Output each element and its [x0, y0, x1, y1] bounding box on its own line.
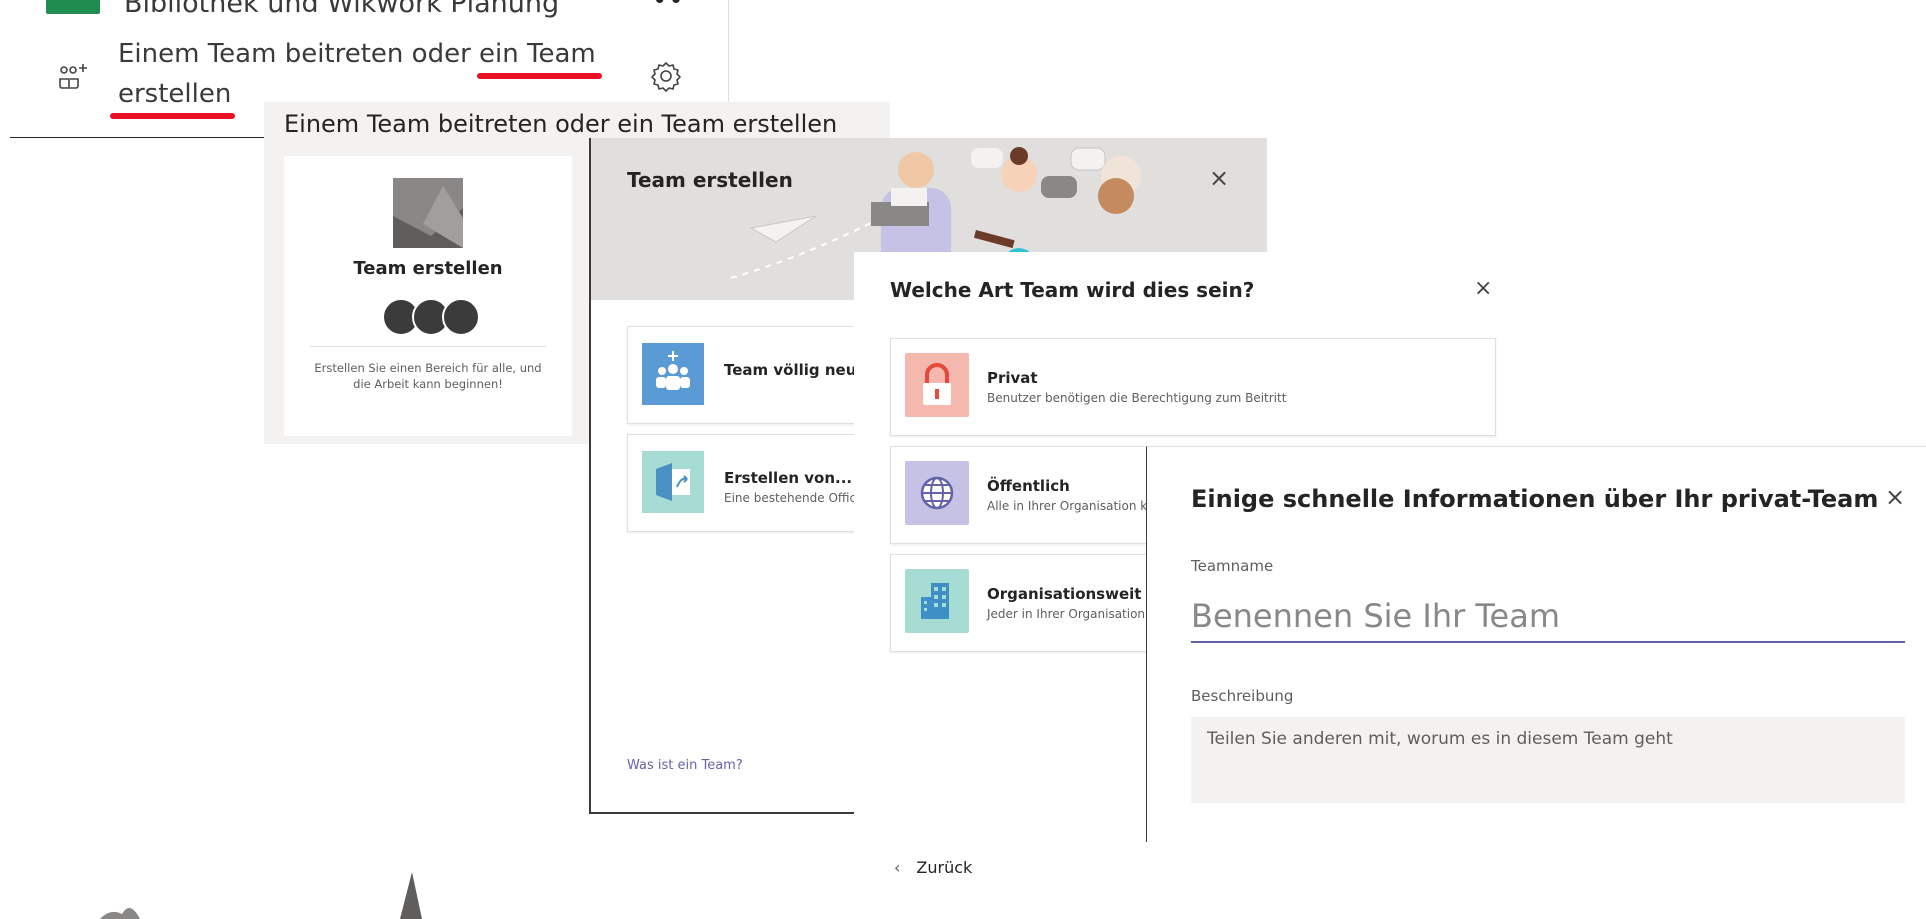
join-text: Einem Team beitreten oder	[118, 39, 480, 69]
add-people-icon[interactable]	[58, 62, 92, 92]
building-icon	[905, 569, 969, 633]
card-description: Erstellen Sie einen Bereich für alle, un…	[314, 361, 542, 391]
team-info-dialog: Einige schnelle Informationen über Ihr p…	[1146, 446, 1926, 842]
what-is-a-team-link[interactable]: Was ist ein Team?	[627, 758, 743, 773]
dialog-title: Team erstellen	[627, 168, 793, 192]
back-button[interactable]: ‹ Zurück	[894, 858, 972, 877]
create-from-scratch-option[interactable]: Team völlig neu erstellen	[627, 326, 889, 424]
create-team-link-part1[interactable]: ein Team	[477, 39, 602, 79]
lock-icon	[905, 353, 969, 417]
red-underline-annotation	[110, 113, 236, 119]
close-icon[interactable]: ×	[1885, 483, 1905, 511]
team-name: Bibliothek und Wikwork Planung	[124, 0, 560, 19]
office-group-icon	[642, 451, 704, 513]
team-name-input[interactable]	[1191, 591, 1905, 643]
dialog-title: Welche Art Team wird dies sein?	[890, 278, 1255, 302]
type-subtitle: Jeder in Ihrer Organisation wird automat…	[987, 607, 1151, 621]
close-icon[interactable]: ×	[1474, 276, 1492, 301]
type-option-org-wide[interactable]: Organisationsweit Jeder in Ihrer Organis…	[890, 554, 1152, 652]
type-title: Privat	[987, 369, 1038, 387]
panel-title: Einem Team beitreten oder ein Team erste…	[284, 110, 838, 138]
create-team-link-part2[interactable]: erstellen	[110, 79, 236, 119]
more-options-icon[interactable]: •••	[652, 0, 680, 16]
team-list-item[interactable]: Bibliothek und Wikwork Planung •••	[40, 0, 680, 22]
gear-icon[interactable]	[648, 58, 684, 94]
card-title: Team erstellen	[353, 258, 503, 279]
option-title: Erstellen von...	[724, 469, 853, 487]
image-placeholder-icon	[393, 178, 463, 248]
decorative-illustration-fragment	[100, 872, 422, 919]
type-subtitle: Benutzer benötigen die Berechtigung zum …	[987, 391, 1287, 405]
dialog-title: Einige schnelle Informationen über Ihr p…	[1191, 485, 1879, 513]
chevron-left-icon: ‹	[894, 858, 901, 877]
close-icon[interactable]: ×	[1209, 164, 1229, 192]
type-subtitle: Alle in Ihrer Organisation können beitre…	[987, 499, 1151, 513]
red-underline-annotation	[477, 73, 602, 79]
type-title: Organisationsweit	[987, 585, 1142, 603]
description-input[interactable]	[1191, 717, 1905, 803]
create-team-card[interactable]: Team erstellen Erstellen Sie einen Berei…	[284, 156, 572, 436]
team-name-label: Teamname	[1191, 557, 1274, 575]
type-title: Öffentlich	[987, 477, 1070, 495]
type-option-public[interactable]: Öffentlich Alle in Ihrer Organisation kö…	[890, 446, 1152, 544]
divider	[310, 346, 546, 347]
type-option-private[interactable]: Privat Benutzer benötigen die Berechtigu…	[890, 338, 1496, 436]
back-label: Zurück	[916, 858, 973, 877]
description-label: Beschreibung	[1191, 687, 1294, 705]
globe-icon	[905, 461, 969, 525]
avatar	[442, 298, 480, 336]
team-icon	[642, 343, 704, 405]
create-from-existing-option[interactable]: Erstellen von... Eine bestehende Office …	[627, 434, 889, 532]
team-avatar-badge	[46, 0, 100, 14]
